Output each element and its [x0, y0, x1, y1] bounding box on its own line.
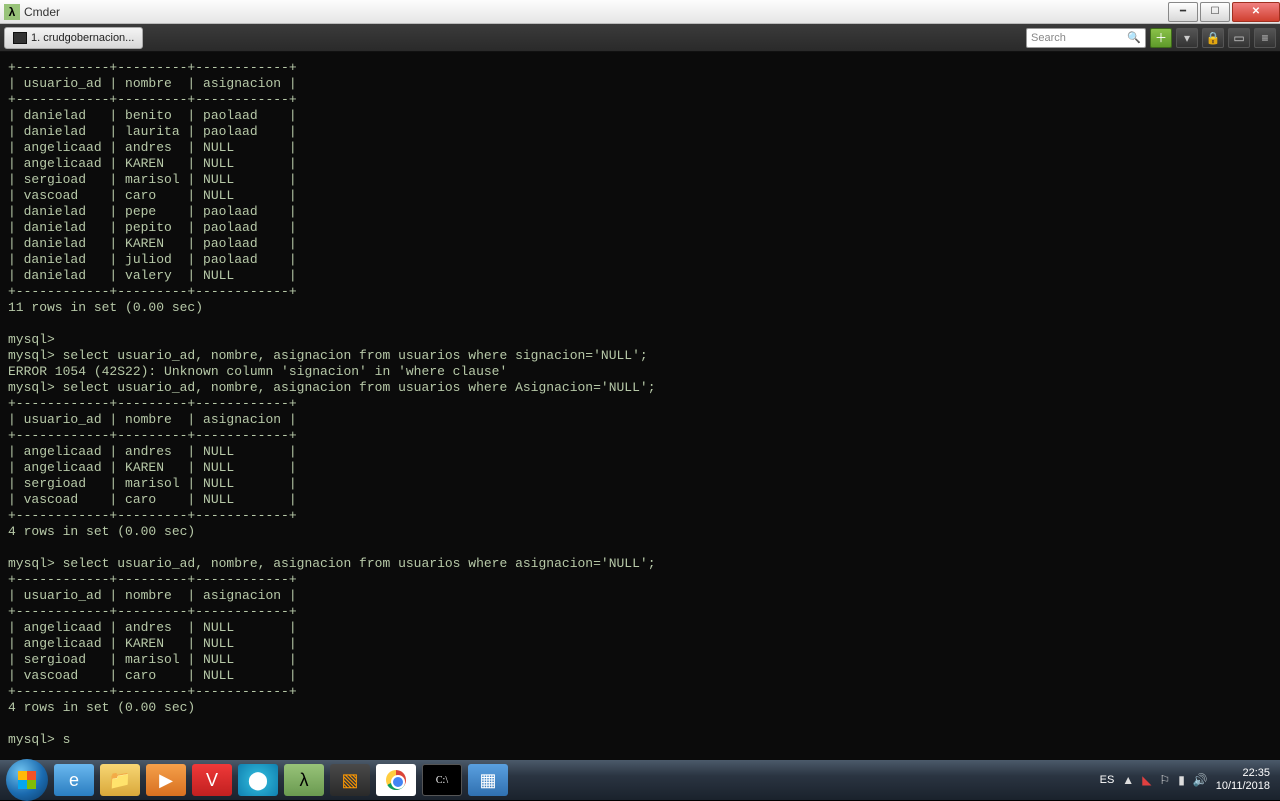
taskbar-cmd[interactable]: C:\	[422, 764, 462, 796]
tab-strip: 1. crudgobernacion... Search 🔍 ＋ ▾ 🔒 ▭ ≡	[0, 24, 1280, 52]
action-center-icon[interactable]: ⚐	[1159, 773, 1170, 787]
tray-time: 22:35	[1242, 767, 1270, 780]
network-icon[interactable]: ▮	[1178, 773, 1185, 787]
lock-button[interactable]: 🔒	[1202, 28, 1224, 48]
tray-date: 10/11/2018	[1216, 780, 1270, 793]
taskbar-explorer[interactable]: 📁	[100, 764, 140, 796]
start-button[interactable]	[6, 759, 48, 801]
taskbar-cmder[interactable]: λ	[284, 764, 324, 796]
taskbar-app-blue[interactable]: ▦	[468, 764, 508, 796]
menu-button[interactable]: ≡	[1254, 28, 1276, 48]
app-icon: λ	[4, 4, 20, 20]
tray-clock[interactable]: 22:35 10/11/2018	[1216, 767, 1270, 793]
window-title: Cmder	[24, 5, 1166, 19]
taskbar-vivaldi[interactable]: V	[192, 764, 232, 796]
search-placeholder: Search	[1031, 32, 1066, 44]
new-tab-button[interactable]: ＋	[1150, 28, 1172, 48]
taskbar-ie[interactable]: e	[54, 764, 94, 796]
chevron-up-icon[interactable]: ▲	[1122, 773, 1134, 787]
taskbar-chrome[interactable]	[376, 764, 416, 796]
search-input[interactable]: Search 🔍	[1026, 28, 1146, 48]
search-icon: 🔍	[1127, 31, 1141, 44]
split-button[interactable]: ▾	[1176, 28, 1198, 48]
terminal-icon	[13, 32, 27, 44]
taskbar-app-globe[interactable]: ⬤	[238, 764, 278, 796]
window-controls	[1166, 2, 1280, 22]
system-tray: ES ▲ ◣ ⚐ ▮ 🔊 22:35 10/11/2018	[1100, 767, 1274, 793]
volume-icon[interactable]: 🔊	[1193, 773, 1208, 787]
terminal-output[interactable]: +------------+---------+------------+ | …	[0, 52, 1280, 760]
taskbar-wmp[interactable]: ▶	[146, 764, 186, 796]
taskbar-sublime[interactable]: ▧	[330, 764, 370, 796]
tab-label: 1. crudgobernacion...	[31, 32, 134, 44]
tray-lang[interactable]: ES	[1100, 774, 1115, 786]
minimize-button[interactable]	[1168, 2, 1198, 22]
antivirus-icon[interactable]: ◣	[1142, 773, 1151, 787]
maximize-button[interactable]	[1200, 2, 1230, 22]
tab-crudgobernacion[interactable]: 1. crudgobernacion...	[4, 27, 143, 49]
layout-button[interactable]: ▭	[1228, 28, 1250, 48]
titlebar: λ Cmder	[0, 0, 1280, 24]
close-button[interactable]	[1232, 2, 1280, 22]
taskbar: e 📁 ▶ V ⬤ λ ▧ C:\ ▦ ES ▲ ◣ ⚐ ▮ 🔊 22:35 1…	[0, 760, 1280, 800]
